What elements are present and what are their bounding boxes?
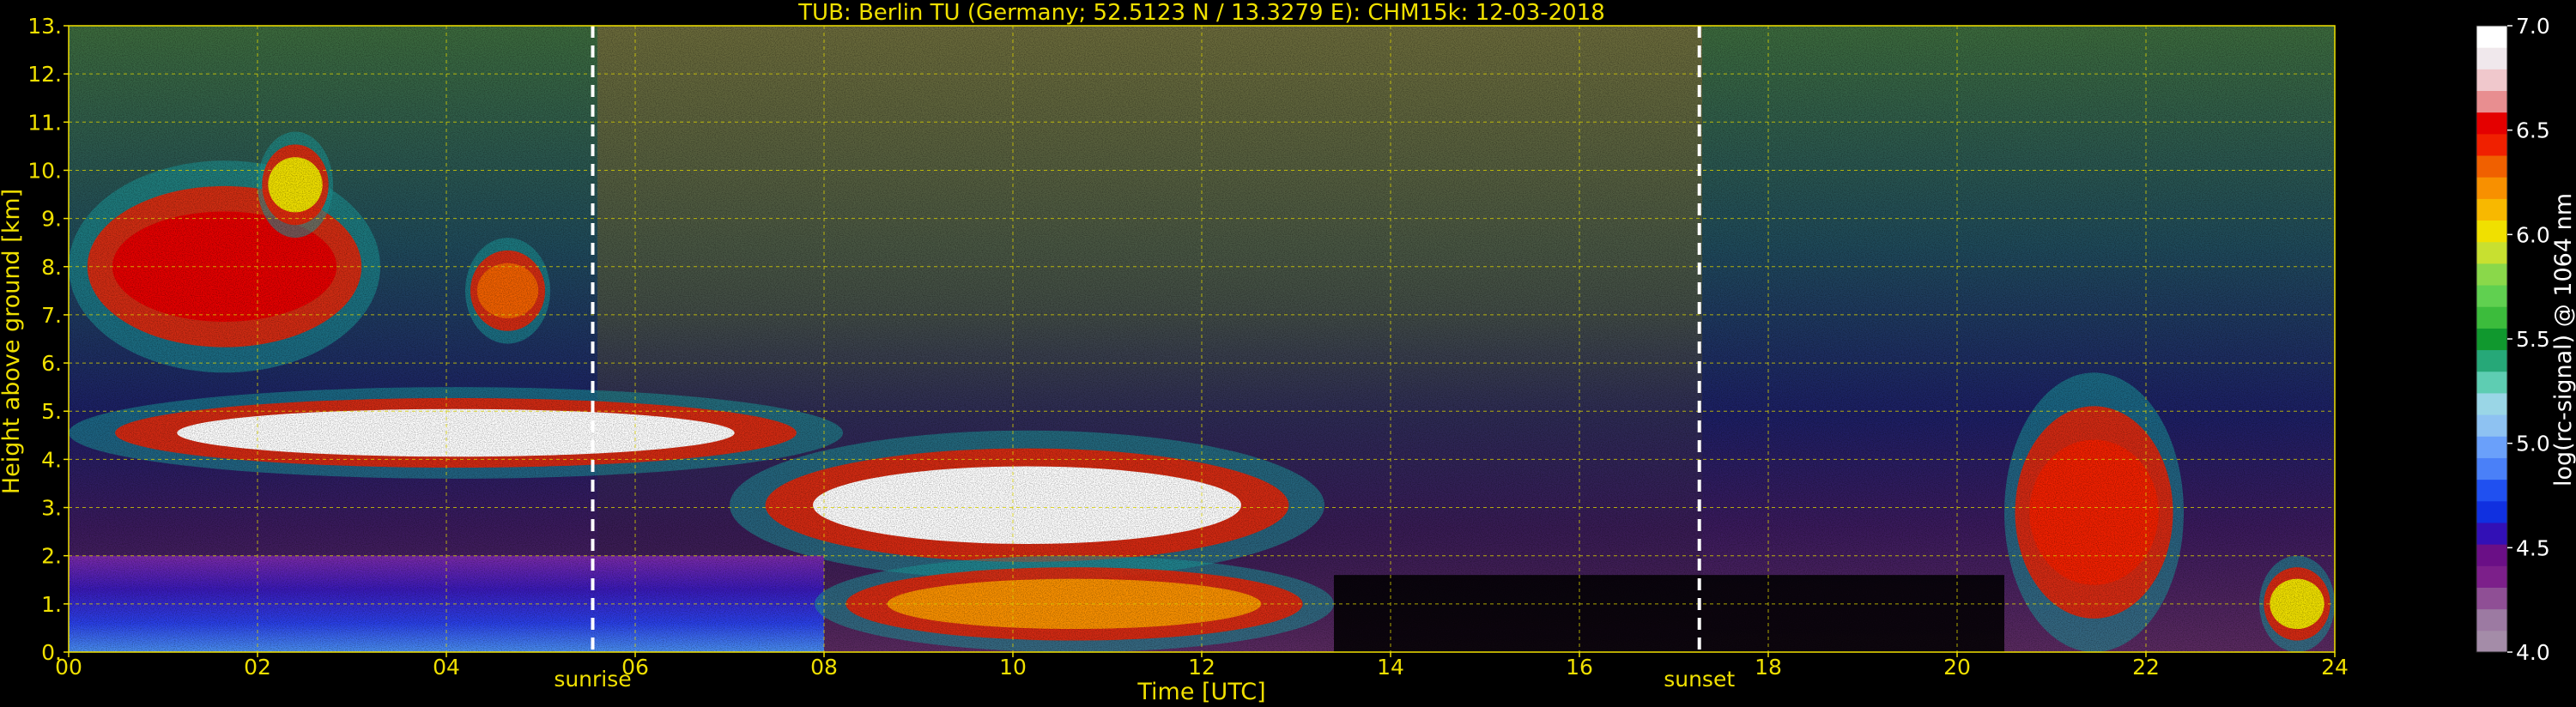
x-ticks: 00 02 04 06 08 10 12 14 16 18 20 22 24 bbox=[55, 652, 2349, 680]
colorbar-segment bbox=[2476, 565, 2507, 588]
colorbar-segment bbox=[2476, 349, 2507, 372]
colorbar-segment bbox=[2476, 630, 2507, 653]
colorbar-tick-label: 4.5 bbox=[2516, 535, 2550, 560]
chart-title: TUB: Berlin TU (Germany; 52.5123 N / 13.… bbox=[797, 0, 1605, 26]
colorbar-tick-label: 6.5 bbox=[2516, 118, 2550, 143]
colorbar-segment bbox=[2476, 587, 2507, 610]
colorbar-label: log(rc-signal) @ 1064 nm bbox=[2550, 193, 2576, 486]
colorbar: 4.0 4.5 5.0 5.5 6.0 6.5 7.0 bbox=[2476, 14, 2550, 665]
colorbar-segment bbox=[2476, 263, 2507, 286]
colorbar-segment bbox=[2476, 457, 2507, 480]
y-tick-label: 8. bbox=[41, 255, 62, 280]
colorbar-segment bbox=[2476, 69, 2507, 92]
x-tick-label: 02 bbox=[244, 655, 271, 680]
y-tick-label: 6. bbox=[41, 351, 62, 376]
colorbar-segment bbox=[2476, 544, 2507, 566]
colorbar-segment bbox=[2476, 306, 2507, 329]
colorbar-segment bbox=[2476, 500, 2507, 523]
y-tick-label: 0. bbox=[41, 640, 62, 665]
x-tick-label: 16 bbox=[1566, 655, 1593, 680]
noise-overlay bbox=[69, 26, 2335, 652]
y-tick-label: 13. bbox=[27, 14, 62, 39]
y-tick-label: 5. bbox=[41, 399, 62, 424]
y-tick-label: 1. bbox=[41, 592, 62, 617]
colorbar-segment bbox=[2476, 26, 2507, 48]
colorbar-segment bbox=[2476, 155, 2507, 178]
colorbar-segment bbox=[2476, 522, 2507, 545]
plot-area bbox=[69, 26, 2335, 652]
y-tick-label: 4. bbox=[41, 447, 62, 472]
sun-label: sunset bbox=[1664, 667, 1735, 692]
colorbar-segment bbox=[2476, 198, 2507, 221]
x-tick-label: 20 bbox=[1943, 655, 1971, 680]
colorbar-tick-label: 6.0 bbox=[2516, 222, 2550, 247]
colorbar-tick-label: 7.0 bbox=[2516, 14, 2550, 39]
colorbar-segment bbox=[2476, 392, 2507, 415]
colorbar-segment bbox=[2476, 436, 2507, 458]
x-tick-label: 04 bbox=[433, 655, 460, 680]
lidar-chart: TUB: Berlin TU (Germany; 52.5123 N / 13.… bbox=[0, 0, 2576, 705]
colorbar-tick-label: 5.0 bbox=[2516, 432, 2550, 456]
y-tick-label: 11. bbox=[27, 110, 62, 135]
y-tick-label: 2. bbox=[41, 544, 62, 569]
x-tick-label: 18 bbox=[1755, 655, 1782, 680]
colorbar-segment bbox=[2476, 328, 2507, 351]
colorbar-segment bbox=[2476, 608, 2507, 631]
x-tick-label: 10 bbox=[999, 655, 1027, 680]
colorbar-segment bbox=[2476, 133, 2507, 156]
colorbar-segment bbox=[2476, 479, 2507, 502]
colorbar-tick-label: 5.5 bbox=[2516, 327, 2550, 352]
y-tick-label: 3. bbox=[41, 496, 62, 521]
y-ticks: 0. 1. 2. 3. 4. 5. 6. 7. 8. 9. 10. 11. 12. 13. bbox=[27, 14, 69, 665]
sun-label: sunrise bbox=[554, 667, 631, 692]
colorbar-tick-label: 4.0 bbox=[2516, 640, 2550, 665]
x-tick-label: 08 bbox=[810, 655, 838, 680]
colorbar-segment bbox=[2476, 414, 2507, 437]
y-axis-label: Height above ground [km] bbox=[0, 189, 25, 494]
x-tick-label: 24 bbox=[2321, 655, 2349, 680]
colorbar-segment bbox=[2476, 285, 2507, 307]
y-tick-label: 7. bbox=[41, 303, 62, 328]
colorbar-segment bbox=[2476, 47, 2507, 69]
y-tick-label: 9. bbox=[41, 207, 62, 232]
x-tick-label: 14 bbox=[1377, 655, 1404, 680]
x-tick-label: 06 bbox=[621, 655, 649, 680]
colorbar-segment bbox=[2476, 371, 2507, 394]
colorbar-segment bbox=[2476, 112, 2507, 135]
colorbar-segment bbox=[2476, 177, 2507, 199]
y-tick-label: 10. bbox=[27, 158, 62, 183]
colorbar-segment bbox=[2476, 241, 2507, 264]
x-tick-label: 12 bbox=[1188, 655, 1215, 680]
colorbar-segment bbox=[2476, 90, 2507, 113]
y-tick-label: 12. bbox=[27, 62, 62, 87]
x-tick-label: 22 bbox=[2132, 655, 2160, 680]
colorbar-segment bbox=[2476, 220, 2507, 243]
x-axis-label: Time [UTC] bbox=[1136, 679, 1265, 705]
